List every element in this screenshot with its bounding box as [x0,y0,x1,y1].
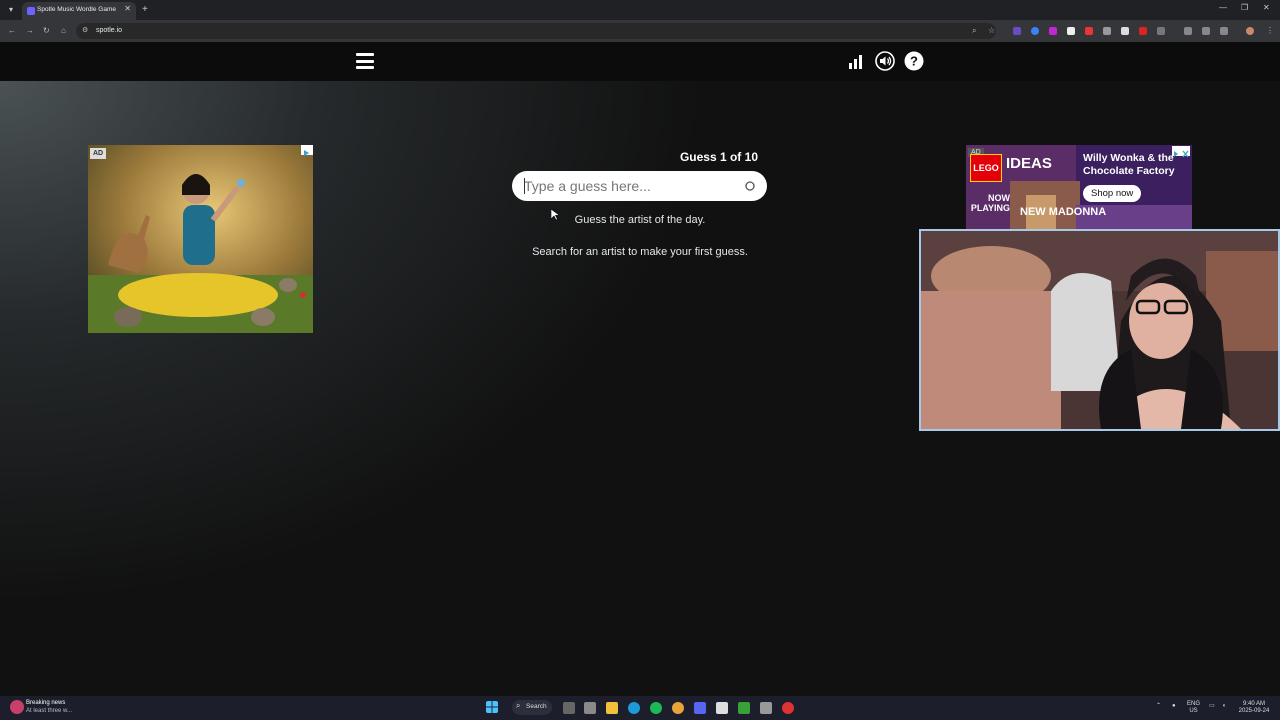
home-icon[interactable]: ⌂ [61,26,66,35]
shop-now-button[interactable]: Shop now [1083,185,1142,202]
input-language[interactable]: ENG US [1187,701,1200,715]
ad-badge: AD [90,148,107,159]
extensions-puzzle-icon[interactable] [1157,27,1165,35]
discord-icon[interactable] [694,702,706,714]
stats-bar-chart-icon[interactable] [848,54,864,70]
browser-menu-icon[interactable]: ⋮ [1266,26,1274,35]
help-question-icon[interactable]: ? [904,51,924,71]
news-title: Breaking news [26,700,66,706]
edge-browser-icon[interactable] [628,702,640,714]
profile-avatar[interactable] [1246,27,1254,35]
extension-icon[interactable] [1103,27,1111,35]
chrome-icon[interactable] [672,702,684,714]
maximize-button[interactable]: ❐ [1241,3,1248,12]
spotle-favicon-icon [27,7,35,15]
webcam-overlay [919,229,1280,431]
clock-time: 9:40 AM [1242,701,1265,707]
task-view-icon[interactable] [563,702,575,714]
extension-icon[interactable] [1202,27,1210,35]
network-icon[interactable]: ▭ [1209,703,1215,710]
extension-icon[interactable] [1085,27,1093,35]
back-icon[interactable]: ← [8,26,16,35]
extension-icon[interactable] [1067,27,1075,35]
sound-toggle-icon[interactable] [875,51,895,71]
extension-icon[interactable] [1031,27,1039,35]
microphone-icon[interactable]: ● [1172,703,1176,710]
url-text: spotle.io [96,27,123,34]
guess-input[interactable] [524,176,739,196]
mouse-cursor-icon [551,209,559,221]
now-playing-label: NOW PLAYING [970,193,1010,213]
taskbar-app-icon[interactable] [584,702,596,714]
windows-start-icon[interactable] [486,701,498,713]
spotify-icon[interactable] [650,702,662,714]
ad-illustration-image [88,145,313,333]
extension-icon[interactable] [1013,27,1021,35]
extension-icon[interactable] [1049,27,1057,35]
extension-icon[interactable] [1139,27,1147,35]
lang-label: ENG [1187,701,1201,707]
browser-tab-spotle[interactable]: Spotle Music Wordle Game ✕ [22,2,136,20]
bookmark-star-icon[interactable]: ☆ [988,26,995,35]
advertisement-right[interactable]: AD LEGO IDEAS Willy Wonka & the Chocolat… [966,145,1192,230]
extension-icon[interactable] [1184,27,1192,35]
taskbar-app-icon[interactable] [760,702,772,714]
news-widget-icon[interactable] [10,700,24,714]
browser-toolbar: ← → ↻ ⌂ ⚙ spotle.io ⌕ ☆ ⋮ [0,20,1280,42]
text-caret [524,178,525,194]
guess-search-box[interactable] [512,171,767,201]
search-icon: ⌕ [516,701,521,710]
advertisement-left[interactable]: AD [88,145,313,333]
site-header: ? [0,42,1280,81]
taskbar-app-icon[interactable] [738,702,750,714]
tab-search-dropdown-icon[interactable]: ▾ [4,3,18,17]
extension-icon[interactable] [1121,27,1129,35]
address-bar[interactable]: ⚙ spotle.io ⌕ ☆ [76,23,996,39]
forward-icon[interactable]: → [26,26,34,35]
tab-close-icon[interactable]: ✕ [124,4,131,13]
adchoices-icon[interactable] [1172,146,1190,158]
zoom-icon[interactable]: ⌕ [972,26,976,36]
close-window-button[interactable]: ✕ [1263,3,1270,12]
reload-icon[interactable]: ↻ [43,26,50,35]
volume-icon[interactable]: ◖ [1222,703,1226,710]
clock[interactable]: 9:40 AM 2025-09-24 [1236,701,1272,715]
guess-counter: Guess 1 of 10 [679,150,758,164]
browser-tab-bar: ▾ Spotle Music Wordle Game ✕ + — ❐ ✕ [0,0,1280,20]
clock-date: 2025-09-24 [1238,708,1270,714]
taskbar-search-label: Search [526,703,547,710]
lego-logo: LEGO [970,154,1002,182]
downloads-icon[interactable] [1220,27,1228,35]
svg-text:?: ? [910,54,918,69]
new-tab-button[interactable]: + [142,3,148,17]
site-info-icon[interactable]: ⚙ [82,26,88,34]
taskbar-app-icon[interactable] [716,702,728,714]
ad-brand: IDEAS [1006,155,1052,172]
search-icon[interactable] [744,180,756,192]
file-explorer-icon[interactable] [606,702,618,714]
minimize-button[interactable]: — [1219,3,1227,12]
windows-taskbar: Breaking news At least three w... ⌕ Sear… [0,696,1280,720]
adchoices-icon[interactable] [301,145,313,156]
region-label: US [1189,708,1198,714]
tab-title: Spotle Music Wordle Game [37,6,116,13]
hamburger-menu-icon[interactable] [356,53,374,69]
tray-overflow-icon[interactable]: ⌃ [1156,703,1161,710]
ad-subtitle: NEW MADONNA [1020,206,1107,218]
first-guess-hint: Search for an artist to make your first … [532,246,748,258]
news-subtitle: At least three w... [26,708,73,714]
news-widget[interactable]: Breaking news At least three w... [26,699,72,715]
taskbar-app-icon[interactable] [782,702,794,714]
webcam-video-image [921,231,1278,429]
